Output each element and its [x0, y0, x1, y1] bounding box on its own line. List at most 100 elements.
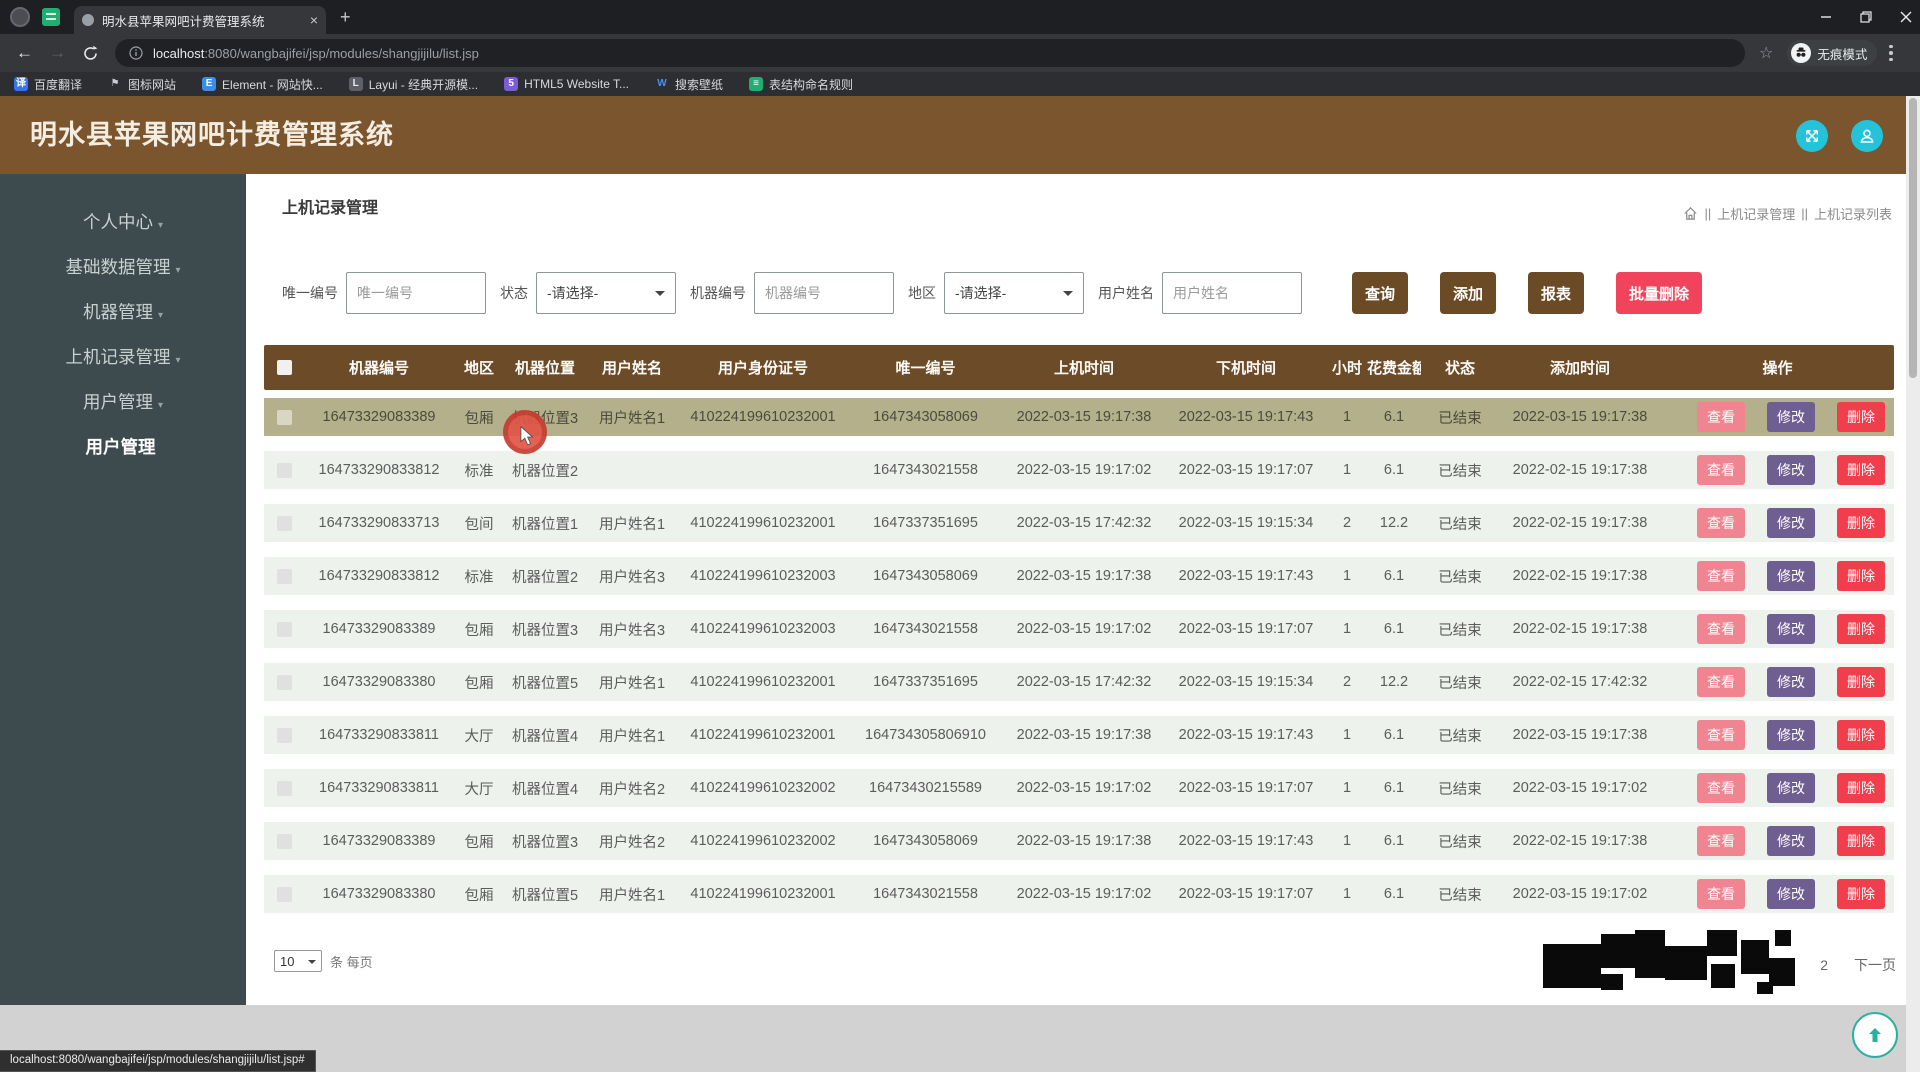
edit-button[interactable]: 修改: [1767, 773, 1815, 803]
bookmark-item[interactable]: 5 HTML5 Website T...: [504, 77, 629, 91]
extension-icon[interactable]: [42, 8, 60, 26]
sidebar-item[interactable]: 机器管理 ▾: [0, 290, 246, 335]
delete-button[interactable]: 删除: [1837, 826, 1885, 856]
delete-button[interactable]: 删除: [1837, 720, 1885, 750]
row-checkbox[interactable]: [276, 886, 292, 902]
sidebar-item[interactable]: 基础数据管理 ▾: [0, 245, 246, 290]
delete-button[interactable]: 删除: [1837, 773, 1885, 803]
sidebar-item[interactable]: 个人中心 ▾: [0, 200, 246, 245]
delete-button[interactable]: 删除: [1837, 402, 1885, 432]
table-row[interactable]: 164733290833812 标准 机器位置2 1647343021558 2…: [264, 451, 1894, 489]
row-checkbox[interactable]: [276, 780, 292, 796]
edit-button[interactable]: 修改: [1767, 720, 1815, 750]
forward-icon[interactable]: →: [49, 43, 66, 63]
table-row[interactable]: 164733290833811 大厅 机器位置4 用户姓名1 410224199…: [264, 716, 1894, 754]
site-info-icon[interactable]: [129, 46, 143, 60]
bookmark-item[interactable]: ≡ 表结构命名规则: [749, 76, 853, 93]
breadcrumb-item-module[interactable]: 上机记录管理: [1717, 204, 1795, 223]
view-button[interactable]: 查看: [1697, 720, 1745, 750]
view-button[interactable]: 查看: [1697, 508, 1745, 538]
query-button[interactable]: 查询: [1352, 272, 1409, 314]
reload-icon[interactable]: [82, 45, 99, 62]
edit-button[interactable]: 修改: [1767, 614, 1815, 644]
scrollbar-thumb[interactable]: [1909, 98, 1917, 378]
row-checkbox[interactable]: [276, 727, 292, 743]
user-name-input[interactable]: [1162, 272, 1302, 314]
browser-menu-icon[interactable]: [1889, 44, 1893, 62]
edit-button[interactable]: 修改: [1767, 826, 1815, 856]
bookmark-item[interactable]: E Element - 网站快...: [202, 76, 323, 93]
delete-button[interactable]: 删除: [1837, 667, 1885, 697]
cell-area: 包厢: [464, 834, 494, 851]
home-icon[interactable]: [1683, 206, 1698, 221]
breadcrumb-item-list[interactable]: 上机记录列表: [1814, 204, 1892, 223]
minimize-icon[interactable]: [1820, 11, 1832, 23]
restore-icon[interactable]: [1860, 11, 1872, 23]
bookmark-item[interactable]: L Layui - 经典开源模...: [348, 76, 478, 93]
url-bar[interactable]: localhost:8080/wangbajifei/jsp/modules/s…: [115, 39, 1745, 67]
view-button[interactable]: 查看: [1697, 879, 1745, 909]
row-checkbox[interactable]: [276, 674, 292, 690]
browser-logo-icon[interactable]: [10, 7, 30, 27]
status-select[interactable]: -请选择-: [536, 272, 676, 314]
page-2-link[interactable]: 2: [1820, 957, 1828, 973]
edit-button[interactable]: 修改: [1767, 402, 1815, 432]
page-size-select[interactable]: 10: [274, 950, 322, 972]
bookmark-item[interactable]: W 搜索壁纸: [655, 76, 723, 93]
edit-button[interactable]: 修改: [1767, 561, 1815, 591]
machine-no-input[interactable]: [754, 272, 894, 314]
bookmark-item[interactable]: 译 百度翻译: [14, 76, 82, 93]
row-checkbox[interactable]: [276, 409, 292, 425]
edit-button[interactable]: 修改: [1767, 667, 1815, 697]
delete-button[interactable]: 删除: [1837, 879, 1885, 909]
bookmark-item[interactable]: ⚑ 图标网站: [108, 76, 177, 93]
view-button[interactable]: 查看: [1697, 667, 1745, 697]
delete-button[interactable]: 删除: [1837, 455, 1885, 485]
row-checkbox[interactable]: [276, 621, 292, 637]
cell-end-time: 2022-03-15 19:17:07: [1178, 462, 1314, 478]
table-row[interactable]: 164733290833713 包间 机器位置1 用户姓名1 410224199…: [264, 504, 1894, 542]
row-checkbox[interactable]: [276, 833, 292, 849]
sidebar-item[interactable]: 用户管理 ▾: [0, 380, 246, 425]
table-row[interactable]: 16473329083380 包厢 机器位置5 用户姓名1 4102241996…: [264, 875, 1894, 913]
scrollbar[interactable]: [1906, 96, 1920, 1072]
back-to-top-button[interactable]: [1852, 1012, 1898, 1058]
delete-button[interactable]: 删除: [1837, 508, 1885, 538]
row-checkbox[interactable]: [276, 515, 292, 531]
row-checkbox[interactable]: [276, 462, 292, 478]
report-button[interactable]: 报表: [1528, 272, 1585, 314]
table-row[interactable]: 164733290833811 大厅 机器位置4 用户姓名2 410224199…: [264, 769, 1894, 807]
fullscreen-button[interactable]: [1796, 120, 1828, 152]
edit-button[interactable]: 修改: [1767, 508, 1815, 538]
close-window-icon[interactable]: [1900, 11, 1912, 23]
view-button[interactable]: 查看: [1697, 561, 1745, 591]
table-row[interactable]: 16473329083389 包厢 机器位置3 用户姓名2 4102241996…: [264, 822, 1894, 860]
delete-button[interactable]: 删除: [1837, 614, 1885, 644]
edit-button[interactable]: 修改: [1767, 455, 1815, 485]
new-tab-button[interactable]: +: [340, 7, 351, 28]
delete-button[interactable]: 删除: [1837, 561, 1885, 591]
row-checkbox[interactable]: [276, 568, 292, 584]
edit-button[interactable]: 修改: [1767, 879, 1815, 909]
user-profile-button[interactable]: [1851, 120, 1883, 152]
sidebar-item[interactable]: 上机记录管理 ▾: [0, 335, 246, 380]
select-all-checkbox[interactable]: [276, 360, 292, 375]
back-icon[interactable]: ←: [16, 43, 33, 63]
batch-delete-button[interactable]: 批量删除: [1616, 272, 1703, 314]
view-button[interactable]: 查看: [1697, 614, 1745, 644]
tab-close-icon[interactable]: ×: [310, 12, 318, 28]
area-select[interactable]: -请选择-: [944, 272, 1084, 314]
view-button[interactable]: 查看: [1697, 773, 1745, 803]
bookmark-star-icon[interactable]: ☆: [1759, 43, 1773, 63]
sidebar-item[interactable]: 用户管理: [0, 425, 246, 470]
view-button[interactable]: 查看: [1697, 455, 1745, 485]
add-button[interactable]: 添加: [1440, 272, 1497, 314]
table-row[interactable]: 16473329083389 包厢 机器位置3 用户姓名3 4102241996…: [264, 610, 1894, 648]
view-button[interactable]: 查看: [1697, 826, 1745, 856]
browser-tab[interactable]: 明水县苹果网吧计费管理系统 ×: [74, 6, 326, 34]
table-row[interactable]: 164733290833812 标准 机器位置2 用户姓名3 410224199…: [264, 557, 1894, 595]
next-page-link[interactable]: 下一页: [1854, 955, 1896, 975]
table-row[interactable]: 16473329083380 包厢 机器位置5 用户姓名1 4102241996…: [264, 663, 1894, 701]
view-button[interactable]: 查看: [1697, 402, 1745, 432]
unique-no-input[interactable]: [346, 272, 486, 314]
